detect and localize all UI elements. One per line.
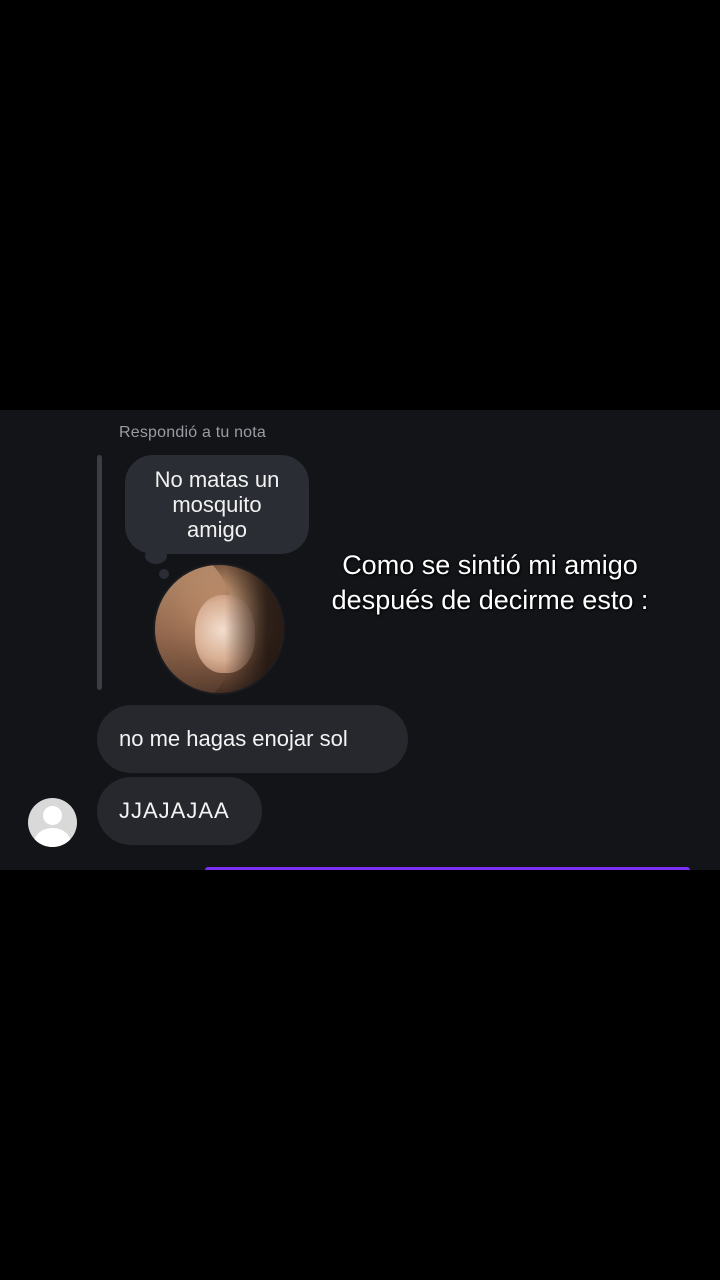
message-text: no me hagas enojar sol — [119, 726, 348, 751]
top-letterbox — [0, 0, 720, 410]
reply-label: Respondió a tu nota — [119, 424, 267, 441]
note-text: No matas un mosquito amigo — [154, 467, 280, 542]
note-thought-dot — [145, 548, 167, 564]
avatar-head-shape — [43, 806, 62, 825]
avatar-shadow — [225, 565, 283, 693]
bottom-letterbox — [0, 870, 720, 1280]
message-bubble[interactable]: JJAJAJAA — [97, 777, 262, 845]
note-avatar[interactable] — [153, 563, 285, 695]
sender-avatar-icon[interactable] — [28, 798, 77, 847]
message-bubble[interactable]: no me hagas enojar sol — [97, 705, 408, 773]
message-text: JJAJAJAA — [119, 798, 230, 823]
note-bubble[interactable]: No matas un mosquito amigo — [125, 455, 309, 554]
overlay-caption: Como se sintió mi amigo después de decir… — [331, 550, 649, 615]
chat-screenshot: Respondió a tu nota No matas un mosquito… — [0, 410, 720, 870]
reply-indicator-bar — [97, 455, 102, 690]
avatar-body-shape — [34, 828, 71, 847]
